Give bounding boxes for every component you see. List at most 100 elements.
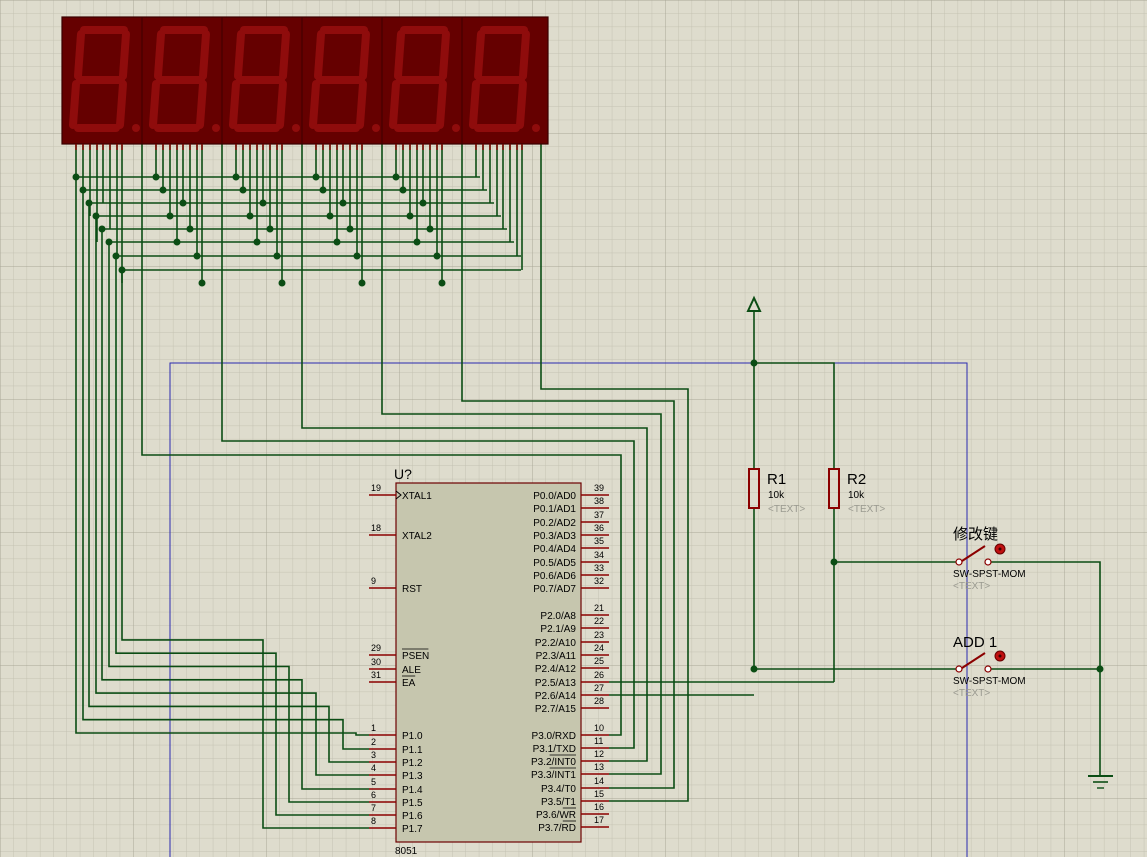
pin-number: 14 xyxy=(594,776,604,786)
pin-label: P1.7 xyxy=(402,824,423,835)
pin-label: P2.5/A13 xyxy=(535,678,577,689)
seg-e xyxy=(389,80,400,129)
junction-dot xyxy=(253,238,261,246)
junction-dot xyxy=(392,173,400,181)
pin-label: P2.3/A11 xyxy=(536,651,577,662)
junction-dot xyxy=(278,279,286,287)
pin-label: P3.5/T1 xyxy=(541,797,576,808)
pin-label: P2.4/A12 xyxy=(535,664,577,675)
pin-label: P2.2/A10 xyxy=(535,638,577,649)
pin-number: 5 xyxy=(371,777,376,787)
junction-dot xyxy=(179,199,187,207)
pin-label: EA xyxy=(402,678,416,689)
pin-number: 4 xyxy=(371,763,376,773)
junction-dot xyxy=(750,359,758,367)
seg-e xyxy=(469,80,480,129)
seg-f xyxy=(154,30,165,80)
pin-number: 3 xyxy=(371,750,376,760)
switch-add1-part: SW-SPST-MOM xyxy=(953,676,1026,687)
pin-number: 7 xyxy=(371,803,376,813)
pin-label: P1.2 xyxy=(402,758,423,769)
r2-value: 10k xyxy=(848,490,865,501)
pin-number: 17 xyxy=(594,815,604,825)
pin-label: P2.7/A15 xyxy=(535,704,577,715)
seg-dp xyxy=(132,124,140,132)
pin-number: 27 xyxy=(594,683,604,693)
seg-f xyxy=(474,30,485,80)
seg-dp xyxy=(212,124,220,132)
pin-label: P2.6/A14 xyxy=(535,691,577,702)
pin-label: P2.0/A8 xyxy=(540,611,576,622)
pin-number: 37 xyxy=(594,510,604,520)
seg-c xyxy=(276,80,287,129)
switch-modify-part: SW-SPST-MOM xyxy=(953,569,1026,580)
seg-b xyxy=(519,30,530,80)
seven-segment-display[interactable] xyxy=(61,16,549,150)
junction-dot xyxy=(1096,665,1104,673)
junction-dot xyxy=(166,212,174,220)
pin-label: P1.6 xyxy=(402,811,423,822)
seg-e xyxy=(69,80,80,129)
seg-c xyxy=(356,80,367,129)
seg-f xyxy=(314,30,325,80)
seg-c xyxy=(516,80,527,129)
seg-f xyxy=(74,30,85,80)
pin-number: 29 xyxy=(371,643,381,653)
pin-label: P0.1/AD1 xyxy=(533,504,576,515)
junction-dot xyxy=(438,279,446,287)
seg-b xyxy=(279,30,290,80)
switch-add1-label: ADD 1 xyxy=(953,634,997,651)
pin-number: 23 xyxy=(594,630,604,640)
r2-text: <TEXT> xyxy=(848,504,885,515)
seg-c xyxy=(436,80,447,129)
seg-c xyxy=(116,80,127,129)
junction-dot xyxy=(339,199,347,207)
pin-number: 22 xyxy=(594,616,604,626)
pin-number: 32 xyxy=(594,576,604,586)
seg-b xyxy=(439,30,450,80)
pin-number: 18 xyxy=(371,523,381,533)
pin-label: P1.0 xyxy=(402,731,423,742)
pin-label: P3.6/WR xyxy=(536,810,576,821)
pin-label: P3.4/T0 xyxy=(541,784,576,795)
pin-label: P0.3/AD3 xyxy=(533,531,576,542)
pin-number: 24 xyxy=(594,643,604,653)
seg-f xyxy=(394,30,405,80)
seg-dp xyxy=(532,124,540,132)
pin-number: 38 xyxy=(594,496,604,506)
pin-number: 33 xyxy=(594,563,604,573)
pin-number: 31 xyxy=(371,670,381,680)
schematic-canvas: U? 8051 19XTAL118XTAL29RST29PSEN30ALE31E… xyxy=(0,0,1147,857)
pin-number: 16 xyxy=(594,802,604,812)
junction-dot xyxy=(193,252,201,260)
junction-dot xyxy=(159,186,167,194)
switch-add1-text: <TEXT> xyxy=(953,688,990,699)
junction-dot xyxy=(232,173,240,181)
pin-label: PSEN xyxy=(402,651,429,662)
junction-dot xyxy=(830,558,838,566)
chip-part: 8051 xyxy=(395,846,418,857)
seg-c xyxy=(196,80,207,129)
junction-dot xyxy=(406,212,414,220)
pin-label: P0.7/AD7 xyxy=(533,584,576,595)
seg-f xyxy=(234,30,245,80)
pin-label: RST xyxy=(402,584,422,595)
r1-text: <TEXT> xyxy=(768,504,805,515)
junction-dot xyxy=(346,225,354,233)
junction-dot xyxy=(319,186,327,194)
mcu-8051[interactable]: U? 8051 19XTAL118XTAL29RST29PSEN30ALE31E… xyxy=(369,466,609,857)
pin-label: P1.5 xyxy=(402,798,423,809)
pin-number: 34 xyxy=(594,550,604,560)
pin-number: 25 xyxy=(594,656,604,666)
junction-dot xyxy=(198,279,206,287)
pin-label: P3.0/RXD xyxy=(532,731,576,742)
pin-label: P0.5/AD5 xyxy=(533,558,576,569)
junction-dot xyxy=(326,212,334,220)
pin-label: ALE xyxy=(402,665,421,676)
pin-label: P0.0/AD0 xyxy=(533,491,576,502)
seg-dp xyxy=(292,124,300,132)
switch-modify-text: <TEXT> xyxy=(953,581,990,592)
junction-dot xyxy=(413,238,421,246)
junction-dot xyxy=(246,212,254,220)
r1-value: 10k xyxy=(768,490,785,501)
